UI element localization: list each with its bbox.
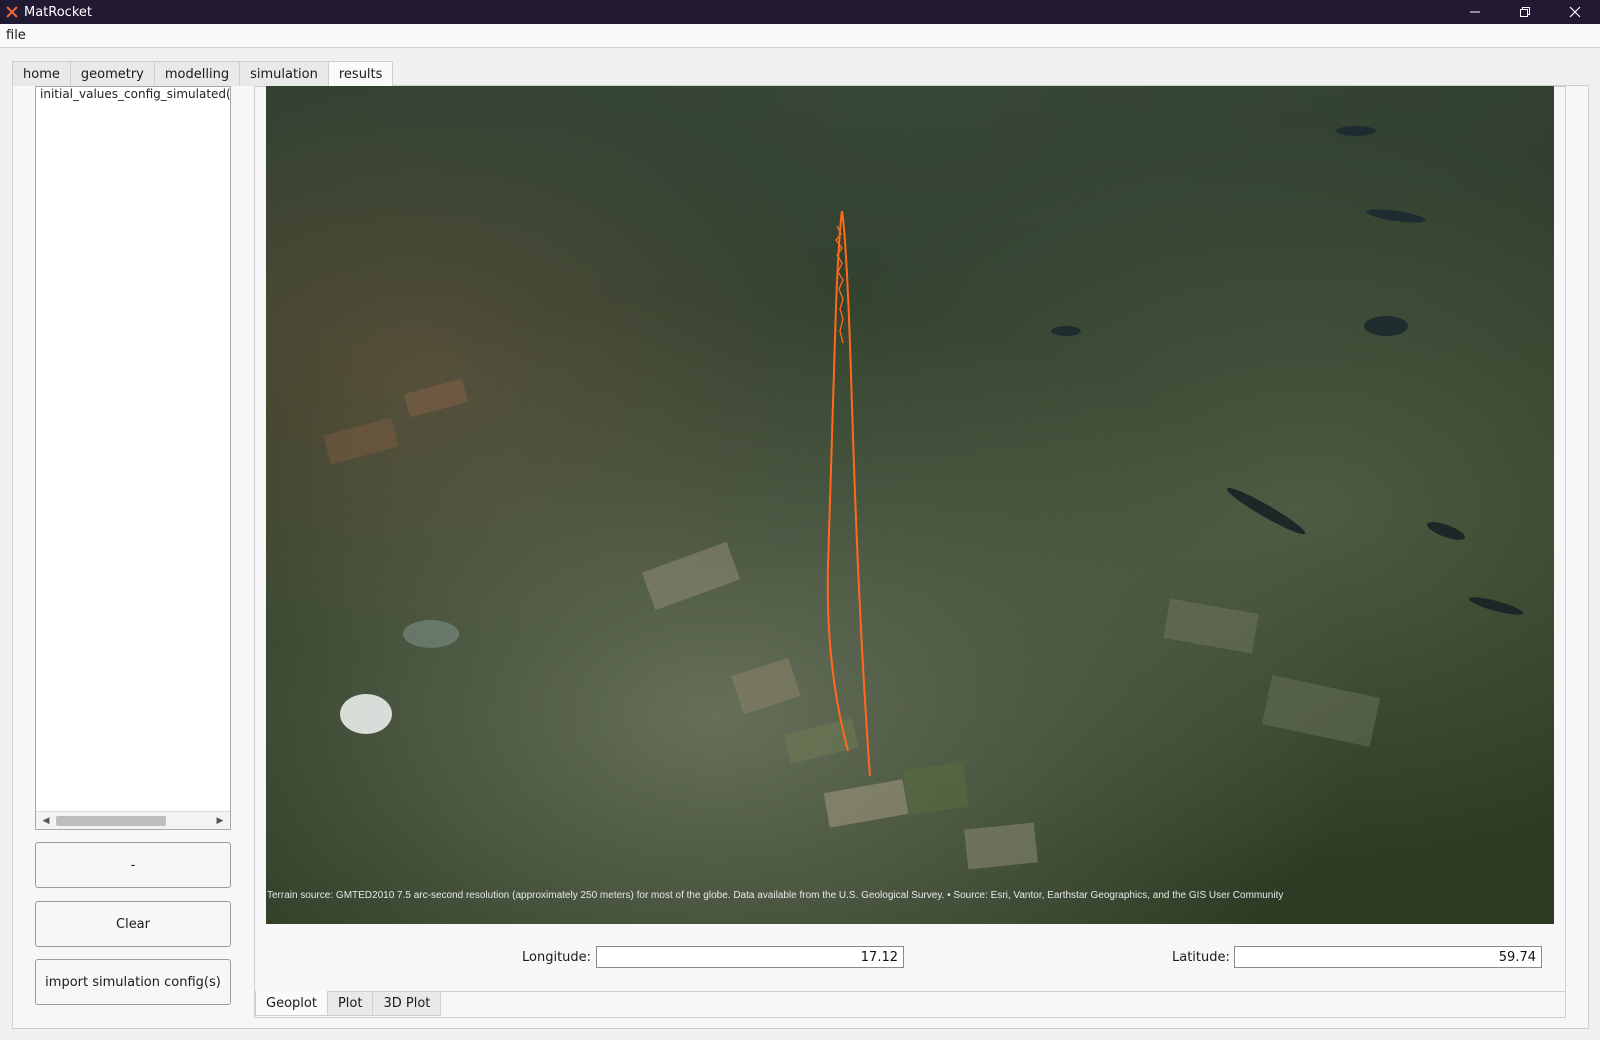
window-title: MatRocket: [24, 4, 92, 20]
tab-3d-plot[interactable]: 3D Plot: [372, 991, 442, 1016]
horizontal-scrollbar[interactable]: ◀ ▶: [36, 811, 230, 829]
minimize-icon[interactable]: [1450, 0, 1500, 24]
restore-icon[interactable]: [1500, 0, 1550, 24]
close-icon[interactable]: [1550, 0, 1600, 24]
scroll-left-icon[interactable]: ◀: [38, 812, 54, 829]
longitude-label: Longitude:: [522, 950, 592, 965]
tab-plot[interactable]: Plot: [326, 991, 374, 1016]
tab-results[interactable]: results: [327, 61, 394, 86]
menu-file[interactable]: file: [0, 28, 32, 43]
list-item[interactable]: initial_values_config_simulated(5: [36, 87, 230, 101]
menu-bar: file: [0, 24, 1600, 48]
latitude-field[interactable]: [1234, 946, 1542, 968]
title-bar: MatRocket: [0, 0, 1600, 24]
tab-simulation[interactable]: simulation: [239, 61, 329, 86]
scroll-right-icon[interactable]: ▶: [212, 812, 228, 829]
bottom-tabstrip-divider: [255, 991, 1565, 992]
latitude-label: Latitude:: [1172, 950, 1230, 965]
tab-modelling[interactable]: modelling: [153, 61, 241, 86]
tab-geoplot[interactable]: Geoplot: [255, 991, 328, 1016]
results-tabs: Geoplot Plot 3D Plot: [255, 991, 442, 1016]
scrollbar-thumb[interactable]: [56, 816, 166, 826]
tab-geometry[interactable]: geometry: [69, 61, 155, 86]
map-attribution: Terrain source: GMTED2010 7.5 arc-second…: [267, 890, 1283, 901]
remove-config-button[interactable]: -: [35, 842, 231, 888]
satellite-terrain: Terrain source: GMTED2010 7.5 arc-second…: [266, 86, 1554, 924]
tab-home[interactable]: home: [12, 61, 71, 86]
simulation-config-list[interactable]: initial_values_config_simulated(5 ◀ ▶: [35, 86, 231, 830]
geoplot-map[interactable]: Terrain source: GMTED2010 7.5 arc-second…: [266, 86, 1554, 924]
matrocket-app-icon: [4, 4, 20, 20]
clear-button[interactable]: Clear: [35, 901, 231, 947]
import-simulation-config-button[interactable]: import simulation config(s): [35, 959, 231, 1005]
longitude-field[interactable]: [596, 946, 904, 968]
main-tabs: home geometry modelling simulation resul…: [12, 61, 394, 86]
